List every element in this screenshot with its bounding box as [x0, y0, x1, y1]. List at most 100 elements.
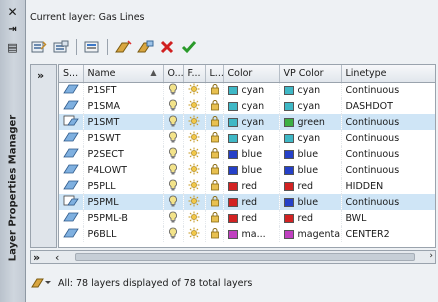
thawed-sun-icon[interactable] — [183, 194, 206, 210]
expand-left-icon[interactable]: » — [33, 251, 40, 264]
on-bulb-icon[interactable] — [163, 130, 184, 146]
table-row[interactable]: P1SMT cyan green Continuous — [59, 114, 435, 130]
on-bulb-icon[interactable] — [163, 114, 184, 130]
autohide-icon[interactable]: ⇥ — [4, 22, 21, 37]
layer-status-icon[interactable] — [59, 146, 84, 162]
expand-filters-icon[interactable]: » — [37, 69, 44, 82]
close-icon[interactable]: ✕ — [4, 4, 21, 19]
layer-status-icon[interactable] — [59, 114, 84, 130]
on-bulb-icon[interactable] — [163, 162, 184, 178]
layer-linetype[interactable]: CENTER2 — [341, 226, 435, 242]
unlock-icon[interactable] — [205, 114, 224, 130]
layer-linetype[interactable]: BWL — [341, 210, 435, 226]
layer-vp-color[interactable]: blue — [279, 146, 342, 162]
on-bulb-icon[interactable] — [163, 194, 184, 210]
thawed-sun-icon[interactable] — [183, 82, 206, 98]
table-row[interactable]: P1SFT cyan cyan Continuous — [59, 82, 435, 98]
thawed-sun-icon[interactable] — [183, 162, 206, 178]
unlock-icon[interactable] — [205, 82, 224, 98]
unlock-icon[interactable] — [205, 210, 224, 226]
on-bulb-icon[interactable] — [163, 210, 184, 226]
set-current-icon[interactable] — [180, 38, 198, 56]
layer-vp-color[interactable]: cyan — [279, 130, 342, 146]
layer-linetype[interactable]: Continuous — [341, 194, 435, 210]
on-bulb-icon[interactable] — [163, 82, 184, 98]
table-row[interactable]: P5PML-B red red BWL — [59, 210, 435, 226]
col-vp-color[interactable]: VP Color — [279, 65, 342, 83]
layer-linetype[interactable]: HIDDEN — [341, 178, 435, 194]
layer-linetype[interactable]: Continuous — [341, 162, 435, 178]
unlock-icon[interactable] — [205, 98, 224, 114]
col-on[interactable]: O... — [163, 65, 184, 83]
unlock-icon[interactable] — [205, 130, 224, 146]
palette-titlebar[interactable]: ✕ ⇥ ▤ Layer Properties Manager — [0, 0, 26, 302]
layer-name[interactable]: P1SFT — [83, 82, 164, 98]
layer-vp-color[interactable]: green — [279, 114, 342, 130]
unlock-icon[interactable] — [205, 194, 224, 210]
on-bulb-icon[interactable] — [163, 178, 184, 194]
thawed-sun-icon[interactable] — [183, 98, 206, 114]
layer-name[interactable]: P6BLL — [83, 226, 164, 242]
col-name[interactable]: Name ▲ — [83, 65, 164, 83]
layer-vp-color[interactable]: magenta — [279, 226, 342, 242]
new-layer-vp-frozen-icon[interactable] — [136, 38, 154, 56]
table-row[interactable]: P1SWT cyan cyan Continuous — [59, 130, 435, 146]
horizontal-scrollbar[interactable]: » ‹ › — [30, 250, 436, 264]
table-row[interactable]: P1SMA cyan cyan DASHDOT — [59, 98, 435, 114]
layer-name[interactable]: P5PML — [83, 194, 164, 210]
new-layer-icon[interactable] — [114, 38, 132, 56]
layer-vp-color[interactable]: red — [279, 210, 342, 226]
layer-name[interactable]: P4LOWT — [83, 162, 164, 178]
layer-status-icon[interactable] — [59, 162, 84, 178]
on-bulb-icon[interactable] — [163, 146, 184, 162]
thawed-sun-icon[interactable] — [183, 226, 206, 242]
layer-name[interactable]: P2SECT — [83, 146, 164, 162]
layer-status-icon[interactable] — [59, 194, 84, 210]
layer-status-icon[interactable] — [59, 82, 84, 98]
layer-vp-color[interactable]: cyan — [279, 82, 342, 98]
layer-color[interactable]: cyan — [223, 82, 280, 98]
thawed-sun-icon[interactable] — [183, 146, 206, 162]
layer-color[interactable]: cyan — [223, 130, 280, 146]
layer-color[interactable]: cyan — [223, 98, 280, 114]
col-freeze[interactable]: F... — [183, 65, 206, 83]
col-status[interactable]: S... — [59, 65, 84, 83]
layer-color[interactable]: cyan — [223, 114, 280, 130]
layer-status-icon[interactable] — [59, 210, 84, 226]
scrollbar-thumb[interactable] — [75, 253, 415, 261]
layer-linetype[interactable]: Continuous — [341, 82, 435, 98]
new-group-filter-icon[interactable] — [52, 38, 70, 56]
layer-vp-color[interactable]: red — [279, 178, 342, 194]
table-row[interactable]: P5PLL red red HIDDEN — [59, 178, 435, 194]
table-row[interactable]: P2SECT blue blue Continuous — [59, 146, 435, 162]
new-property-filter-icon[interactable] — [30, 38, 48, 56]
layer-color[interactable]: red — [223, 178, 280, 194]
layer-color[interactable]: red — [223, 194, 280, 210]
layer-status-icon[interactable] — [59, 130, 84, 146]
layer-vp-color[interactable]: cyan — [279, 98, 342, 114]
layer-name[interactable]: P1SMA — [83, 98, 164, 114]
scroll-left-arrow[interactable]: ‹ — [55, 251, 59, 264]
col-linetype[interactable]: Linetype — [341, 65, 435, 83]
unlock-icon[interactable] — [205, 146, 224, 162]
filter-tree-collapsed[interactable]: » — [30, 64, 57, 248]
unlock-icon[interactable] — [205, 162, 224, 178]
thawed-sun-icon[interactable] — [183, 210, 206, 226]
properties-menu-icon[interactable]: ▤ — [4, 40, 21, 55]
unlock-icon[interactable] — [205, 226, 224, 242]
layer-color[interactable]: blue — [223, 162, 280, 178]
layer-name[interactable]: P5PLL — [83, 178, 164, 194]
table-row[interactable]: P5PML red blue Continuous — [59, 194, 435, 210]
layer-linetype[interactable]: DASHDOT — [341, 98, 435, 114]
delete-layer-icon[interactable] — [158, 38, 176, 56]
layer-name[interactable]: P1SWT — [83, 130, 164, 146]
thawed-sun-icon[interactable] — [183, 114, 206, 130]
thawed-sun-icon[interactable] — [183, 178, 206, 194]
scroll-right-arrow[interactable]: › — [429, 251, 433, 261]
filter-status-icon[interactable] — [30, 275, 52, 292]
layer-color[interactable]: red — [223, 210, 280, 226]
on-bulb-icon[interactable] — [163, 98, 184, 114]
table-row[interactable]: P6BLL ma... magenta CENTER2 — [59, 226, 435, 242]
layer-vp-color[interactable]: blue — [279, 162, 342, 178]
layer-vp-color[interactable]: blue — [279, 194, 342, 210]
